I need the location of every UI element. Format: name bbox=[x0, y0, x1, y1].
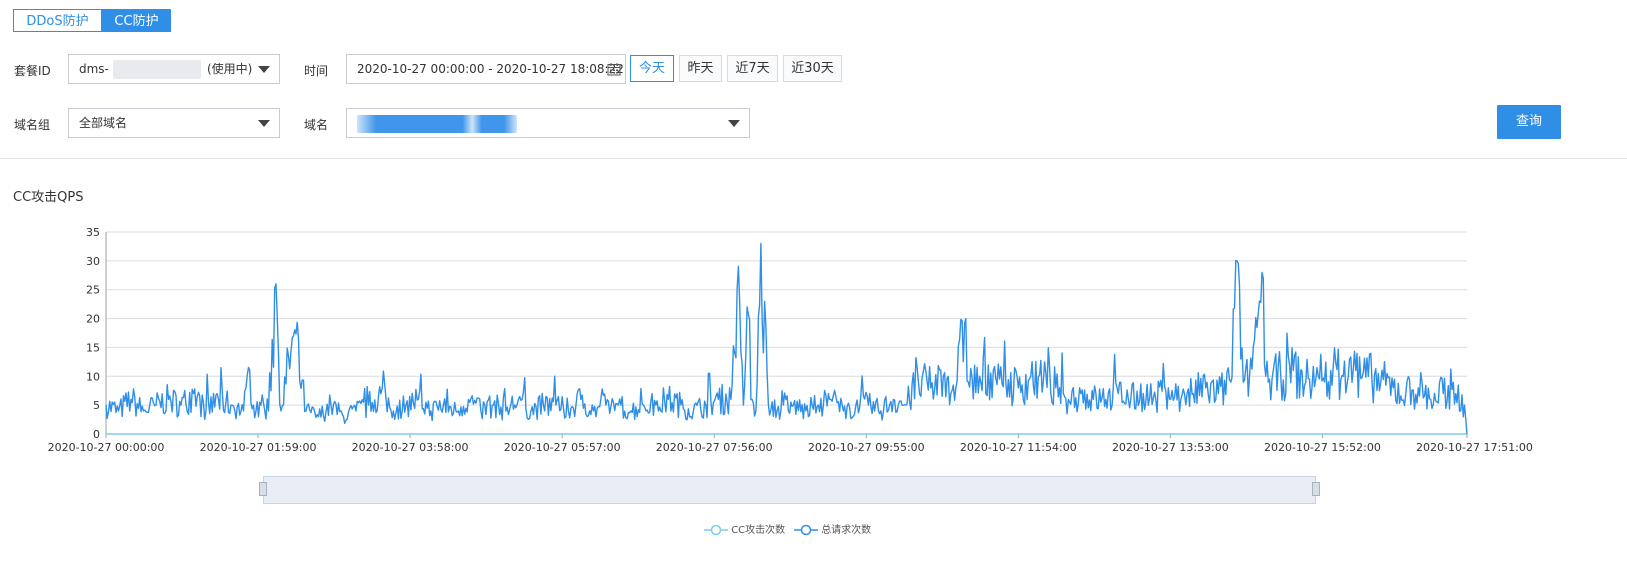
x-tick-label: 2020-10-27 15:52:00 bbox=[1264, 441, 1381, 454]
y-tick-label: 15 bbox=[86, 341, 100, 354]
x-tick-label: 2020-10-27 11:54:00 bbox=[960, 441, 1077, 454]
quick-range-yesterday[interactable]: 昨天 bbox=[679, 55, 722, 82]
x-tick-label: 2020-10-27 01:59:00 bbox=[200, 441, 317, 454]
chevron-down-icon bbox=[258, 66, 270, 73]
datazoom-handle-left[interactable] bbox=[259, 482, 267, 496]
domain-label: 域名 bbox=[304, 118, 329, 132]
datazoom-slider[interactable] bbox=[263, 476, 1316, 504]
legend-line-circle-icon bbox=[704, 524, 728, 536]
qps-line-chart: 0 5 10 15 20 25 30 35 2020-10-27 00:00:00 2020-10… bbox=[48, 226, 1533, 454]
x-tick-label: 2020-10-27 09:55:00 bbox=[808, 441, 925, 454]
y-tick-label: 10 bbox=[86, 370, 100, 383]
x-tick-label: 2020-10-27 00:00:00 bbox=[48, 441, 165, 454]
package-id-select[interactable]: dms- (使用中) bbox=[68, 54, 280, 84]
y-tick-label: 5 bbox=[93, 399, 100, 412]
x-tick-label: 2020-10-27 05:57:00 bbox=[504, 441, 621, 454]
time-range-value: 2020-10-27 00:00:00 - 2020-10-27 18:08:2… bbox=[357, 62, 624, 76]
domain-group-select[interactable]: 全部域名 bbox=[68, 108, 280, 138]
calendar-icon[interactable] bbox=[607, 62, 621, 76]
legend-label-cc: CC攻击次数 bbox=[731, 525, 786, 536]
chevron-down-icon bbox=[258, 120, 270, 127]
x-tick-label: 2020-10-27 07:56:00 bbox=[656, 441, 773, 454]
legend-label-total: 总请求次数 bbox=[821, 525, 872, 536]
time-range-input[interactable]: 2020-10-27 00:00:00 - 2020-10-27 18:08:2… bbox=[346, 54, 626, 84]
x-tick-label: 2020-10-27 03:58:00 bbox=[352, 441, 469, 454]
search-button[interactable]: 查询 bbox=[1497, 105, 1561, 139]
chevron-down-icon bbox=[728, 120, 740, 127]
x-tick-label: 2020-10-27 17:51:00 bbox=[1416, 441, 1533, 454]
package-id-prefix: dms- bbox=[79, 62, 109, 76]
quick-range-30days[interactable]: 近30天 bbox=[783, 55, 842, 82]
divider bbox=[0, 158, 1627, 159]
redacted-domain bbox=[357, 115, 517, 133]
package-id-status: (使用中) bbox=[207, 62, 253, 76]
tab-cc[interactable]: CC防护 bbox=[102, 9, 171, 32]
quick-range-7days[interactable]: 近7天 bbox=[727, 55, 778, 82]
redacted-package-id bbox=[113, 60, 201, 79]
time-label: 时间 bbox=[304, 64, 329, 78]
legend-item-total[interactable]: 总请求次数 bbox=[794, 524, 871, 538]
tab-ddos[interactable]: DDoS防护 bbox=[13, 9, 102, 32]
x-tick-label: 2020-10-27 13:53:00 bbox=[1112, 441, 1229, 454]
legend-line-circle-icon bbox=[794, 524, 818, 536]
datazoom-handle-right[interactable] bbox=[1312, 482, 1320, 496]
y-tick-label: 35 bbox=[86, 226, 100, 239]
y-tick-label: 25 bbox=[86, 284, 100, 297]
y-tick-label: 20 bbox=[86, 313, 100, 326]
domain-group-value: 全部域名 bbox=[79, 116, 128, 130]
package-id-label: 套餐ID bbox=[14, 64, 51, 78]
domain-group-label: 域名组 bbox=[14, 118, 51, 132]
y-tick-label: 0 bbox=[93, 428, 100, 441]
legend-item-cc[interactable]: CC攻击次数 bbox=[704, 524, 785, 538]
chart-title: CC攻击QPS bbox=[13, 190, 84, 205]
domain-select[interactable] bbox=[346, 108, 750, 138]
quick-range-today[interactable]: 今天 bbox=[630, 55, 674, 82]
y-tick-label: 30 bbox=[86, 255, 100, 268]
